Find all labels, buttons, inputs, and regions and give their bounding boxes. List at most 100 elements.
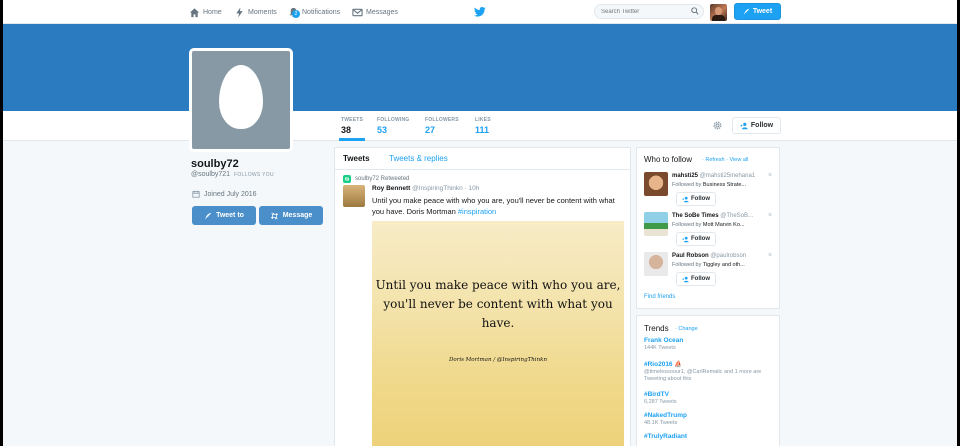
home-icon (189, 7, 200, 17)
stat-following-label: FOLLOWING (377, 117, 410, 123)
search-icon[interactable] (691, 7, 699, 15)
stat-tweets[interactable]: TWEETS 38 (339, 117, 366, 141)
suggested-user: The SoBe Times @TheSoB... Followed by Mo… (644, 212, 774, 252)
image-quote-text: Until you make peace with who you are, y… (375, 278, 621, 330)
dismiss-icon[interactable]: × (768, 172, 772, 179)
dismiss-icon[interactable]: × (768, 212, 772, 219)
tweet-header: Roy Bennett @InspiringThinkn · 10h (372, 185, 479, 192)
stat-likes[interactable]: LIKES 111 (475, 117, 491, 135)
trend-item[interactable]: #BirdTV 6,287 Tweets (644, 391, 778, 406)
retweet-icon (343, 175, 351, 183)
trends-change-link[interactable]: · Change (675, 326, 698, 332)
quill-icon (743, 8, 750, 15)
tweet-hashtag-link[interactable]: #inspiration (458, 207, 496, 216)
add-user-icon (740, 122, 748, 129)
suggested-user-follow-button[interactable]: Follow (676, 272, 716, 286)
suggested-user-avatar[interactable] (644, 212, 668, 236)
retweet-context: soulby72 Retweeted (343, 175, 409, 183)
twitter-profile-page: Home Moments 2 Notifications Messages Se… (3, 0, 957, 446)
tweet-author-handle[interactable]: @InspiringThinkn · 10h (412, 185, 479, 192)
who-to-follow-refresh-link[interactable]: · Refresh · View all (702, 157, 748, 163)
tweet-text: Until you make peace with who you are, y… (372, 195, 624, 217)
trend-item[interactable]: #NakedTrump 48.1K Tweets (644, 412, 778, 427)
follows-you-badge: FOLLOWS YOU (234, 172, 274, 178)
twitter-bird-logo-icon[interactable] (474, 6, 486, 18)
trend-name[interactable]: #Rio2016 ⛵ (644, 360, 778, 368)
tweet-to-label: Tweet to (216, 212, 244, 219)
top-navigation-bar: Home Moments 2 Notifications Messages Se… (3, 0, 957, 24)
nav-notifications[interactable]: 2 Notifications (288, 0, 340, 24)
add-user-icon (682, 236, 689, 242)
stat-following[interactable]: FOLLOWING 53 (377, 117, 409, 135)
trend-item[interactable]: Frank Ocean 144K Tweets (644, 337, 778, 352)
message-label: Message (282, 212, 313, 219)
add-user-icon (682, 196, 689, 202)
followed-by-text: Followed by Mott Marvin Ko... (672, 222, 745, 228)
stat-likes-value: 111 (475, 125, 490, 135)
find-friends-link[interactable]: Find friends (644, 294, 675, 300)
trend-name[interactable]: Frank Ocean (644, 337, 778, 344)
nav-messages-label: Messages (366, 8, 398, 16)
suggested-user-name[interactable]: Paul Robson @paulrobson (672, 253, 746, 259)
stat-tweets-value: 38 (341, 125, 352, 135)
profile-avatar[interactable] (189, 48, 293, 152)
suggested-user-follow-button[interactable]: Follow (676, 192, 716, 206)
nav-home[interactable]: Home (189, 0, 222, 24)
tweet-timeline: Tweets Tweets & replies soulby72 Retweet… (334, 147, 631, 446)
dismiss-icon[interactable]: × (768, 252, 772, 259)
followed-by-text: Followed by Tiggley and oth... (672, 262, 745, 268)
trends-heading: Trends (644, 324, 669, 333)
who-to-follow-card: Who to follow · Refresh · View all mahst… (636, 147, 780, 309)
trend-name[interactable]: #NakedTrump (644, 412, 778, 419)
suggested-user-avatar[interactable] (644, 252, 668, 276)
who-to-follow-heading: Who to follow (644, 155, 693, 164)
suggested-user-name[interactable]: mahsti25 @mahsti25mehana1 (672, 173, 755, 179)
nav-notifications-label: Notifications (302, 8, 341, 16)
follow-button[interactable]: Follow (732, 117, 781, 134)
tweet-compose-button[interactable]: Tweet (734, 3, 781, 20)
followed-by-text: Followed by Business Strate... (672, 182, 746, 188)
joined-date: Joined July 2016 (192, 190, 257, 198)
nav-messages[interactable]: Messages (352, 0, 398, 24)
trend-item[interactable]: #TrulyRadiant (644, 433, 778, 440)
bell-icon: 2 (288, 7, 300, 18)
search-input[interactable] (594, 4, 704, 19)
stat-followers-value: 27 (425, 125, 436, 135)
notifications-badge: 2 (292, 9, 300, 18)
nav-moments-label: Moments (248, 8, 277, 16)
retweet-context-label[interactable]: soulby72 Retweeted (355, 176, 409, 182)
envelope-icon (352, 8, 363, 16)
profile-handle[interactable]: @soulby721 (191, 171, 230, 178)
trend-meta: 48.1K Tweets (644, 420, 678, 426)
stat-likes-label: LIKES (475, 117, 491, 123)
suggested-user-name[interactable]: The SoBe Times @TheSoB... (672, 213, 753, 219)
tweet-author-name[interactable]: Roy Bennett (372, 185, 410, 192)
trend-item[interactable]: #Rio2016 ⛵ @timelessoour1, @CarlRemalic … (644, 360, 778, 383)
suggested-user-avatar[interactable] (644, 172, 668, 196)
tweet-media-image[interactable]: Until you make peace with who you are, y… (372, 221, 624, 446)
nav-moments[interactable]: Moments (234, 0, 277, 24)
tweet-to-button[interactable]: Tweet to (192, 206, 256, 225)
profile-name[interactable]: soulby72 (191, 158, 239, 170)
tweet-compose-label: Tweet (752, 8, 773, 15)
stat-tweets-label: TWEETS (341, 117, 364, 123)
trend-name[interactable]: #BirdTV (644, 391, 778, 398)
sailboat-emoji-icon: ⛵ (674, 361, 683, 368)
tab-tweets-and-replies[interactable]: Tweets & replies (389, 154, 448, 163)
user-avatar[interactable] (710, 4, 727, 21)
trend-meta: @timelessoour1, @CarlRemalic and 1 more … (644, 369, 762, 382)
trends-card: Trends · Change Frank Ocean 144K Tweets … (636, 315, 780, 446)
tab-tweets[interactable]: Tweets (343, 154, 370, 163)
profile-stats-bar: TWEETS 38 FOLLOWING 53 FOLLOWERS 27 LIKE… (3, 111, 957, 141)
suggested-user: mahsti25 @mahsti25mehana1 Followed by Bu… (644, 172, 774, 212)
stat-followers[interactable]: FOLLOWERS 27 (425, 117, 459, 135)
trend-name[interactable]: #TrulyRadiant (644, 433, 778, 440)
gear-icon[interactable] (712, 120, 723, 131)
suggested-user-follow-button[interactable]: Follow (676, 232, 716, 246)
image-signature: Doris Mortman / @InspiringThinkn (448, 357, 547, 363)
message-button[interactable]: Message (259, 206, 323, 225)
follow-button-label: Follow (750, 122, 774, 129)
nav-home-label: Home (203, 8, 222, 16)
tweet-author-avatar[interactable] (343, 185, 365, 207)
message-icon (270, 212, 278, 219)
